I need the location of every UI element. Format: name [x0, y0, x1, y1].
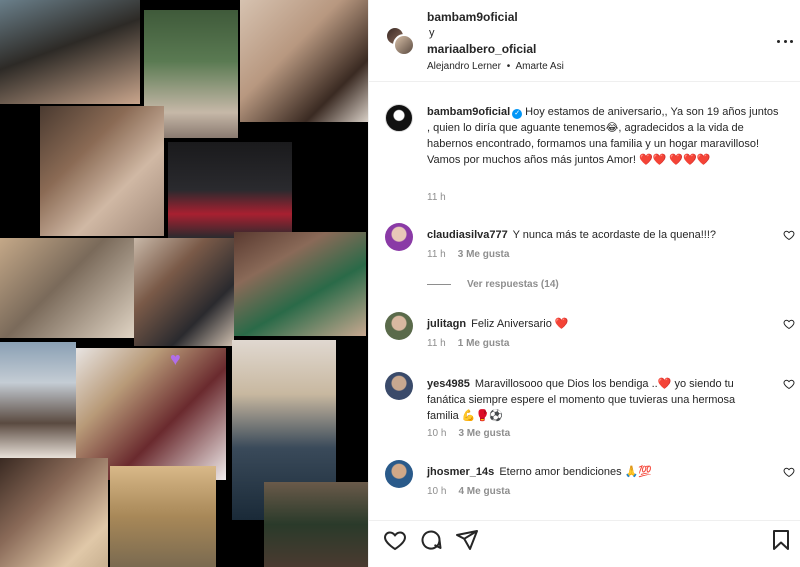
- post-media-collage[interactable]: [0, 0, 368, 567]
- heart-outline-icon[interactable]: [383, 528, 407, 552]
- comment-text: Maravillosooo que Dios los bendiga ..❤️ …: [427, 378, 736, 422]
- divider: [427, 284, 451, 285]
- comment-meta: 11 h 3 Me gusta: [427, 249, 521, 260]
- comment-time[interactable]: 10 h: [427, 428, 446, 439]
- comment-username[interactable]: yes4985: [427, 378, 470, 390]
- comment-text-block: yes4985 Maravillosooo que Dios los bendi…: [427, 376, 767, 424]
- collage-photo: [40, 106, 164, 236]
- avatar[interactable]: [385, 460, 413, 488]
- view-replies-button[interactable]: Ver respuestas (14): [427, 279, 559, 290]
- avatar[interactable]: [385, 312, 413, 340]
- comment-text: Y nunca más te acordaste de la quena!!!?: [512, 229, 717, 241]
- comment-username[interactable]: julitagn: [427, 318, 466, 330]
- comment-time[interactable]: 11 h: [427, 338, 446, 349]
- collage-photo: [0, 342, 76, 458]
- caption-text-block: bambam9oficial ✓ Hoy estamos de aniversari…: [427, 104, 783, 168]
- audio-song: Amarte Asi: [515, 61, 564, 72]
- comments-feed[interactable]: bambam9oficial ✓ Hoy estamos de aniversari…: [369, 82, 800, 520]
- comment-meta: 10 h 4 Me gusta: [427, 486, 522, 497]
- send-icon[interactable]: [455, 528, 479, 552]
- collage-photo: [110, 466, 216, 567]
- heart-outline-icon[interactable]: [783, 466, 795, 478]
- comment-text-block: julitagn Feliz Aniversario ❤️: [427, 316, 767, 332]
- view-replies-label: Ver respuestas (14): [467, 279, 559, 290]
- heart-outline-icon[interactable]: [783, 318, 795, 330]
- collage-photo: [0, 458, 108, 567]
- post-header: bambam9oficial y mariaalbero_oficial Ale…: [369, 0, 800, 82]
- collage-photo: [134, 238, 234, 346]
- post-panel: bambam9oficial y mariaalbero_oficial Ale…: [368, 0, 800, 567]
- audio-artist: Alejandro Lerner: [427, 61, 501, 72]
- comment-time[interactable]: 10 h: [427, 486, 446, 497]
- comment-meta: 10 h 3 Me gusta: [427, 428, 522, 439]
- comment-username[interactable]: claudiasilva777: [427, 229, 508, 241]
- verified-badge-icon: ✓: [512, 109, 523, 119]
- collab-avatars[interactable]: [385, 26, 415, 56]
- caption-timestamp[interactable]: 11 h: [427, 192, 446, 203]
- comment-meta: 11 h 1 Me gusta: [427, 338, 521, 349]
- collage-photo: [240, 0, 368, 122]
- caption-username[interactable]: bambam9oficial: [427, 106, 510, 118]
- collaborator-username[interactable]: mariaalbero_oficial: [427, 42, 536, 56]
- post-action-bar: [369, 520, 800, 567]
- comment-username[interactable]: jhosmer_14s: [427, 466, 494, 478]
- collage-photo: [0, 238, 134, 338]
- audio-separator: •: [506, 61, 511, 72]
- bookmark-icon[interactable]: [769, 528, 793, 552]
- audio-info[interactable]: Alejandro Lerner • Amarte Asi: [427, 61, 564, 72]
- avatar: [393, 34, 415, 56]
- comment-likes[interactable]: 3 Me gusta: [458, 428, 510, 439]
- collab-conjunction: y: [429, 27, 435, 39]
- collage-photo: [168, 142, 292, 238]
- comment-likes[interactable]: 1 Me gusta: [458, 338, 510, 349]
- author-username[interactable]: bambam9oficial: [427, 10, 518, 24]
- collage-photo: [264, 482, 368, 567]
- comment-likes[interactable]: 4 Me gusta: [458, 486, 510, 497]
- comment-text-block: claudiasilva777 Y nunca más te acordaste…: [427, 227, 767, 243]
- comment-time[interactable]: 11 h: [427, 249, 446, 260]
- comment-icon[interactable]: [419, 528, 443, 552]
- avatar[interactable]: [385, 372, 413, 400]
- avatar[interactable]: [385, 223, 413, 251]
- comment-likes[interactable]: 3 Me gusta: [458, 249, 510, 260]
- comment-text: Feliz Aniversario ❤️: [471, 318, 569, 330]
- heart-outline-icon[interactable]: [783, 229, 795, 241]
- purple-heart-icon: [170, 350, 181, 368]
- heart-outline-icon[interactable]: [783, 378, 795, 390]
- collage-photo: [234, 232, 366, 336]
- comment-text-block: jhosmer_14s Eterno amor bendiciones 🙏💯: [427, 464, 767, 480]
- comment-text: Eterno amor bendiciones 🙏💯: [499, 466, 653, 478]
- more-options-icon[interactable]: [775, 34, 795, 48]
- avatar[interactable]: [385, 104, 413, 132]
- collage-photo: [0, 0, 140, 104]
